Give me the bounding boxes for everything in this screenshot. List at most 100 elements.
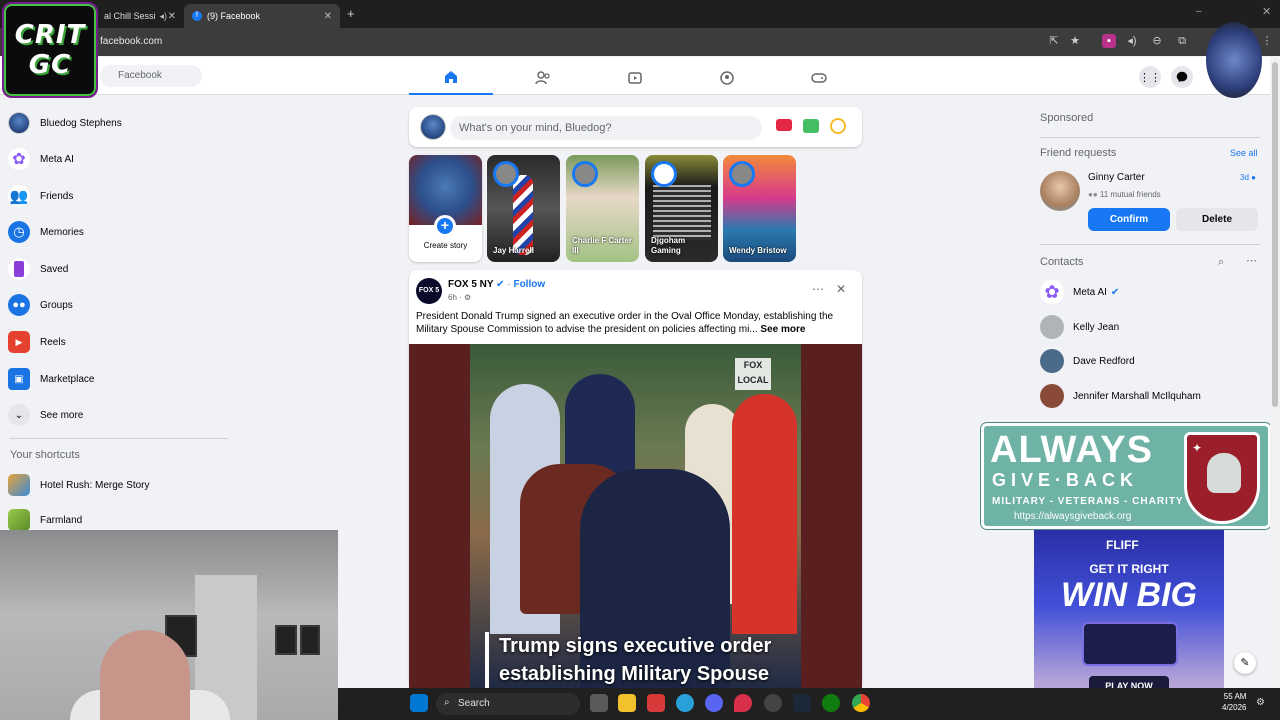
download-icon[interactable]: ⊖ — [1150, 34, 1164, 48]
follow-button[interactable]: Follow — [513, 279, 545, 290]
tab-video[interactable] — [593, 60, 677, 95]
contact-name: Jennifer Marshall McIlquham — [1073, 390, 1201, 402]
always-give-back-banner[interactable]: ALWAYS GIVE·BACK MILITARY - VETERANS - C… — [981, 423, 1271, 529]
delete-button[interactable]: Delete — [1176, 208, 1258, 231]
edge-icon[interactable] — [676, 694, 694, 712]
messenger-button[interactable] — [1171, 66, 1193, 88]
obs-icon[interactable] — [764, 694, 782, 712]
photo-icon[interactable] — [803, 119, 819, 133]
contact-item[interactable]: ✿ Meta AI ✔ — [1040, 277, 1260, 307]
location-app-icon[interactable] — [734, 694, 752, 712]
live-video-icon[interactable] — [776, 119, 792, 131]
window-close-icon[interactable]: ✕ — [1262, 5, 1271, 18]
wall-picture — [300, 625, 320, 655]
see-more-link[interactable]: See more — [760, 324, 805, 335]
xbox-icon[interactable] — [822, 694, 840, 712]
scrollbar-thumb[interactable] — [1272, 62, 1278, 407]
windows-start-icon[interactable] — [410, 694, 428, 712]
meta-ai-icon: ✿ — [8, 148, 30, 170]
chrome-icon[interactable] — [852, 694, 870, 712]
sidebar-item-label: Meta AI — [40, 153, 74, 165]
speaker-icon[interactable]: ◂) — [1125, 34, 1139, 48]
contact-item[interactable]: Dave Redford — [1040, 346, 1260, 376]
sidebar-item-see-more[interactable]: ⌄ See more — [8, 401, 228, 429]
sidebar-item-friends[interactable]: 👥 Friends — [8, 182, 228, 210]
friend-request-avatar[interactable] — [1040, 171, 1080, 211]
tab-groups[interactable] — [685, 60, 769, 95]
sidebar-item-marketplace[interactable]: ▣ Marketplace — [8, 365, 228, 393]
reels-icon: ▶ — [8, 331, 30, 353]
taskbar-clock[interactable]: 55 AM 4/2026 — [1222, 691, 1246, 713]
friend-request-age: 3d ● — [1240, 173, 1256, 182]
minimize-icon[interactable]: – — [1196, 6, 1202, 17]
page-logo[interactable]: FOX 5 — [416, 278, 442, 304]
tab-home[interactable] — [409, 60, 493, 95]
taskbar-search[interactable]: Search — [436, 693, 580, 715]
clock-icon: ◷ — [8, 221, 30, 243]
story-text-lines — [653, 185, 711, 240]
browser-tab-active[interactable]: f (9) Facebook ✕ — [184, 4, 340, 28]
more-options-icon[interactable]: ⋯ — [812, 282, 824, 296]
image-headline: Trump signs executive order establishing… — [485, 632, 805, 688]
sidebar-item-memories[interactable]: ◷ Memories — [8, 218, 228, 246]
more-options-icon[interactable]: ⋯ — [1246, 254, 1257, 267]
story-card[interactable]: Wendy Bristow — [723, 155, 796, 262]
close-post-icon[interactable]: ✕ — [836, 282, 846, 296]
globe-icon: ⚙ — [464, 293, 472, 302]
game-thumbnail-icon — [8, 474, 30, 496]
url-field[interactable]: facebook.com — [100, 33, 1040, 51]
tab-friends[interactable] — [501, 60, 585, 95]
notification-icon[interactable]: ⚙ — [1256, 697, 1265, 708]
install-icon[interactable]: ⇱ — [1047, 34, 1061, 48]
post-author[interactable]: FOX 5 NY ✔ · Follow — [448, 279, 545, 290]
see-all-link[interactable]: See all — [1230, 148, 1258, 158]
story-barber-pole — [513, 175, 533, 255]
friend-request-name[interactable]: Ginny Carter — [1088, 172, 1145, 183]
bookmark-star-icon[interactable]: ★ — [1068, 34, 1082, 48]
app-icon[interactable] — [647, 694, 665, 712]
story-create[interactable]: + Create story — [409, 155, 482, 262]
new-message-icon[interactable]: ✎ — [1234, 652, 1256, 674]
sidebar-item-profile[interactable]: Bluedog Stephens — [8, 109, 228, 137]
person-face — [100, 630, 190, 720]
kebab-menu-icon[interactable]: ⋮ — [1260, 34, 1274, 48]
wall-picture — [275, 625, 297, 655]
search-icon: ⌕ — [444, 697, 450, 708]
close-icon[interactable]: ✕ — [168, 11, 176, 22]
composer-input[interactable]: What's on your mind, Bluedog? — [450, 116, 762, 140]
story-card[interactable]: Djgoham Gaming — [645, 155, 718, 262]
banner-url[interactable]: https://alwaysgiveback.org — [1014, 511, 1131, 522]
menu-grid-button[interactable]: ⋮⋮ — [1139, 66, 1161, 88]
new-tab-button[interactable]: + — [347, 6, 355, 21]
story-card[interactable]: Jay Harrell — [487, 155, 560, 262]
sidebar-item-label: Memories — [40, 226, 84, 238]
story-card[interactable]: Charlie F Carter III — [566, 155, 639, 262]
facebook-search-input[interactable]: Facebook — [100, 65, 202, 87]
author-name[interactable]: FOX 5 NY — [448, 279, 493, 290]
close-icon[interactable]: ✕ — [324, 11, 332, 22]
chevron-down-icon: ⌄ — [8, 404, 30, 426]
tab-gaming[interactable] — [777, 60, 861, 95]
shortcut-item[interactable]: Hotel Rush: Merge Story — [8, 471, 228, 499]
file-explorer-icon[interactable] — [618, 694, 636, 712]
search-icon[interactable]: ⌕ — [1218, 256, 1224, 269]
story-avatar — [729, 161, 755, 187]
contact-item[interactable]: Kelly Jean — [1040, 312, 1260, 342]
confirm-button[interactable]: Confirm — [1088, 208, 1170, 231]
steam-icon[interactable] — [793, 694, 811, 712]
sidebar-item-saved[interactable]: Saved — [8, 255, 228, 283]
sidebar-item-meta-ai[interactable]: ✿ Meta AI — [8, 145, 228, 173]
sidebar-item-groups[interactable]: ●● Groups — [8, 291, 228, 319]
extension-icon[interactable]: ▪ — [1102, 34, 1116, 48]
puzzle-icon[interactable]: ⧉ — [1175, 34, 1189, 48]
task-view-icon[interactable] — [590, 694, 608, 712]
contact-item[interactable]: Jennifer Marshall McIlquham — [1040, 381, 1260, 411]
feeling-icon[interactable] — [830, 118, 846, 134]
mutual-avatars-icon: ●● — [1088, 190, 1098, 199]
shortcut-label: Farmland — [40, 514, 83, 526]
discord-icon[interactable] — [705, 694, 723, 712]
post-image[interactable]: FOX LOCAL Trump signs executive order es… — [409, 344, 862, 690]
avatar[interactable] — [420, 114, 446, 140]
browser-tab[interactable]: al Chill Sessi ◂) ✕ — [96, 4, 184, 28]
sidebar-item-reels[interactable]: ▶ Reels — [8, 328, 228, 356]
